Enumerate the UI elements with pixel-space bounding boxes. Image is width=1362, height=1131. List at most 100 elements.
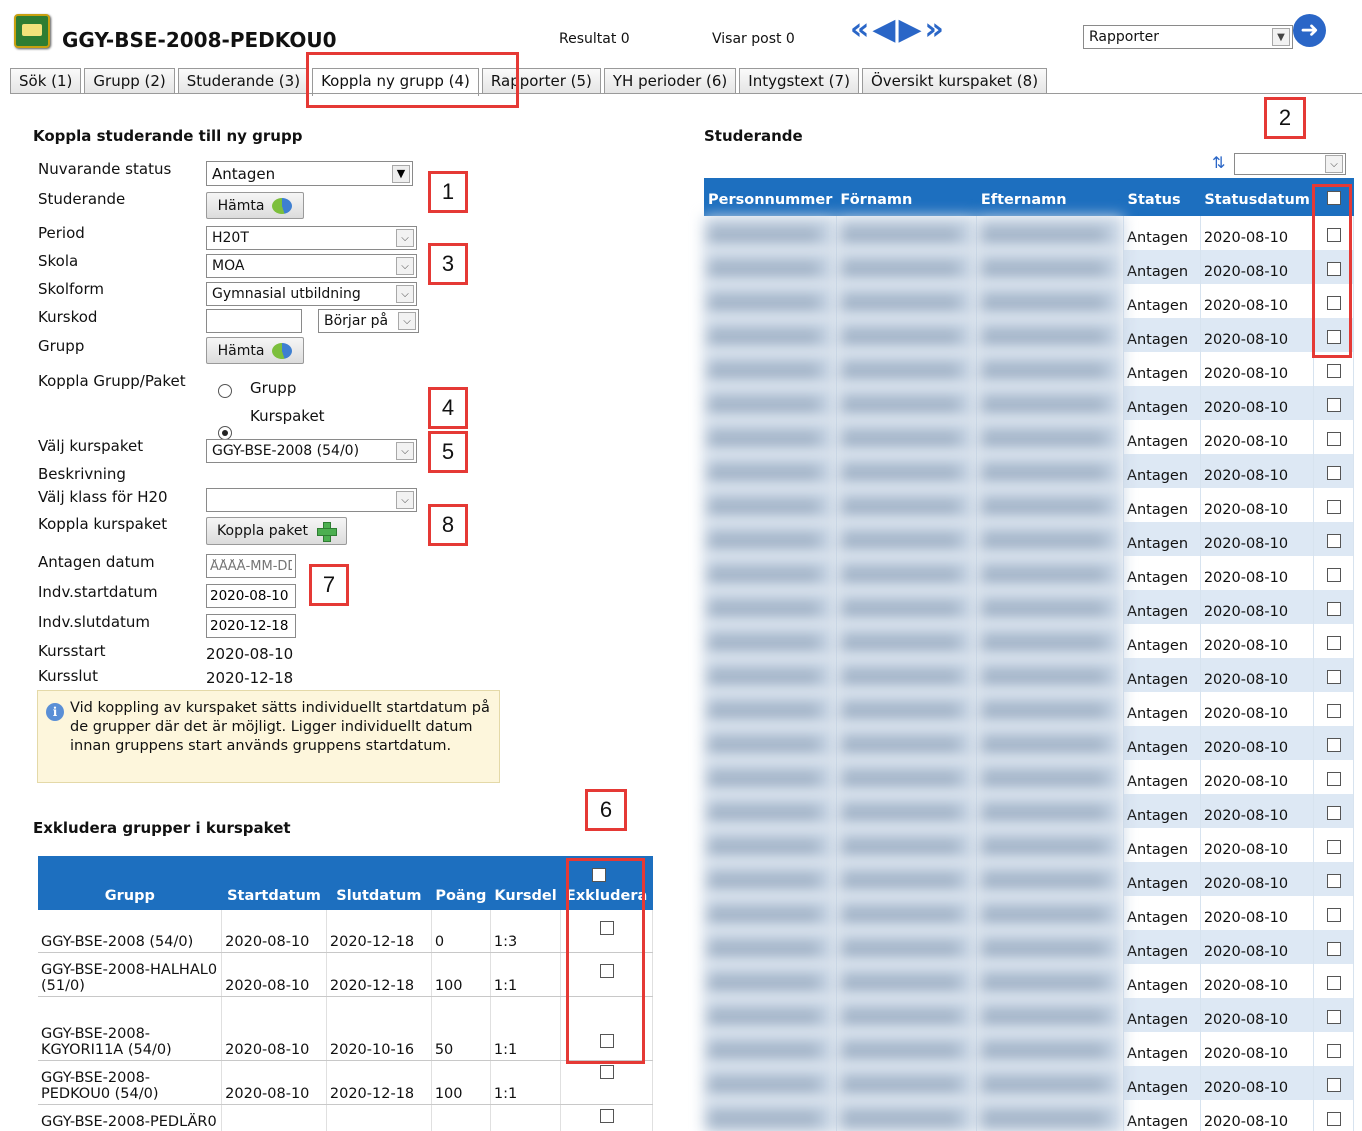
col-personnummer[interactable]: Personnummer [704,178,837,216]
sort-icon[interactable]: ⇅ [1212,153,1232,173]
cell-statusdatum: 2020-08-10 [1200,590,1315,624]
cell-status: Antagen [1123,1066,1201,1100]
cell-efternamn [976,692,1125,726]
cell-select [1313,522,1354,556]
indv-slut-input[interactable] [206,614,296,638]
prev-record-icon[interactable]: ◀ [872,14,895,46]
exclude-checkbox[interactable] [599,1064,614,1079]
student-checkbox[interactable] [1326,534,1341,548]
redacted-value [980,1112,1107,1126]
tab-oversikt-kurspaket[interactable]: Översikt kurspaket (8) [861,68,1048,94]
kursstart-label: Kursstart [38,642,106,660]
student-checkbox[interactable] [1326,942,1341,956]
redacted-value [707,364,821,378]
tab-intygstext[interactable]: Intygstext (7) [739,68,859,94]
student-checkbox[interactable] [1326,602,1341,616]
chevron-down-icon: ⌵ [396,285,414,303]
cell-personnummer [704,420,837,454]
cell-select [1313,556,1354,590]
hamta-grupp-button[interactable]: Hämta [206,337,304,364]
tab-studerande[interactable]: Studerande (3) [177,68,310,94]
tab-sok[interactable]: Sök (1) [10,68,82,94]
student-checkbox[interactable] [1326,806,1341,820]
indv-start-input[interactable] [206,584,296,608]
student-checkbox[interactable] [1326,670,1341,684]
redacted-value [980,874,1107,888]
sort-select[interactable]: ⌵ [1234,153,1346,175]
student-checkbox[interactable] [1326,1112,1341,1126]
cell-poang: 100 [431,1060,491,1105]
student-checkbox[interactable] [1326,976,1341,990]
col-statusdatum[interactable]: Statusdatum [1200,178,1314,216]
reports-select[interactable]: Rapporter ▼ [1083,25,1293,49]
next-record-icon[interactable]: ▶ [898,14,921,46]
tab-yh-perioder[interactable]: YH perioder (6) [603,68,737,94]
chevron-down-icon: ⌵ [396,257,414,275]
highlight-active-tab [306,52,519,108]
koppla-paket-button[interactable]: Koppla paket [206,517,347,545]
table-row: Antagen 2020-08-10 [704,828,1354,862]
table-row: Antagen 2020-08-10 [704,284,1354,318]
col-grupp[interactable]: Grupp [38,856,222,910]
col-startdatum[interactable]: Startdatum [221,856,327,910]
cell-statusdatum: 2020-08-10 [1200,420,1315,454]
record-navigation: « ◀ ▶ » [850,14,944,46]
exclude-checkbox[interactable] [599,1108,614,1123]
cell-start: 2020-08-10 [221,952,327,997]
redacted-value [707,296,821,310]
borjar-pa-select[interactable]: Börjar på ⌵ [318,309,419,333]
redacted-value [839,228,961,242]
go-arrow-icon[interactable]: ➜ [1293,14,1326,47]
skola-select[interactable]: MOA ⌵ [206,254,417,278]
student-checkbox[interactable] [1326,1010,1341,1024]
last-record-icon[interactable]: » [925,14,944,46]
skolform-select[interactable]: Gymnasial utbildning ⌵ [206,282,417,306]
radio-kurspaket[interactable] [218,426,232,440]
cell-statusdatum: 2020-08-10 [1200,862,1315,896]
reports-select-value: Rapporter [1089,29,1159,45]
student-checkbox[interactable] [1326,908,1341,922]
kurspaket-select[interactable]: GGY-BSE-2008 (54/0) ⌵ [206,439,417,463]
student-checkbox[interactable] [1326,874,1341,888]
period-select[interactable]: H20T ⌵ [206,226,417,250]
cell-select [1313,896,1354,930]
student-checkbox[interactable] [1326,500,1341,514]
cell-status: Antagen [1123,522,1201,556]
col-status[interactable]: Status [1123,178,1201,216]
student-checkbox[interactable] [1326,772,1341,786]
cell-exclude [560,1104,653,1131]
student-checkbox[interactable] [1326,466,1341,480]
student-checkbox[interactable] [1326,636,1341,650]
cell-statusdatum: 2020-08-10 [1200,318,1315,352]
student-checkbox[interactable] [1326,432,1341,446]
col-fornamn[interactable]: Förnamn [836,178,977,216]
kurskod-input[interactable] [206,309,302,333]
radio-grupp[interactable] [218,384,232,398]
col-poang[interactable]: Poäng [431,856,491,910]
student-checkbox[interactable] [1326,1044,1341,1058]
redacted-value [707,228,821,242]
cell-select [1313,658,1354,692]
klass-select[interactable]: ⌵ [206,488,417,512]
tab-grupp[interactable]: Grupp (2) [84,68,175,94]
student-checkbox[interactable] [1326,568,1341,582]
cell-slut: 2020-10-16 [326,996,432,1061]
student-checkbox[interactable] [1326,840,1341,854]
hamta-studerande-button[interactable]: Hämta [206,192,304,219]
col-kursdel[interactable]: Kursdel [490,856,561,910]
cell-statusdatum: 2020-08-10 [1200,216,1315,250]
student-checkbox[interactable] [1326,364,1341,378]
redacted-value [707,806,821,820]
redacted-value [980,330,1107,344]
antagen-datum-input[interactable] [206,554,296,578]
student-checkbox[interactable] [1326,398,1341,412]
table-row: Antagen 2020-08-10 [704,590,1354,624]
status-select[interactable]: Antagen ▼ [206,161,413,186]
student-checkbox[interactable] [1326,704,1341,718]
col-efternamn[interactable]: Efternamn [976,178,1124,216]
table-row: GGY-BSE-2008 (54/0) 2020-08-10 2020-12-1… [38,910,653,953]
first-record-icon[interactable]: « [850,14,869,46]
student-checkbox[interactable] [1326,738,1341,752]
col-slutdatum[interactable]: Slutdatum [326,856,432,910]
student-checkbox[interactable] [1326,1078,1341,1092]
